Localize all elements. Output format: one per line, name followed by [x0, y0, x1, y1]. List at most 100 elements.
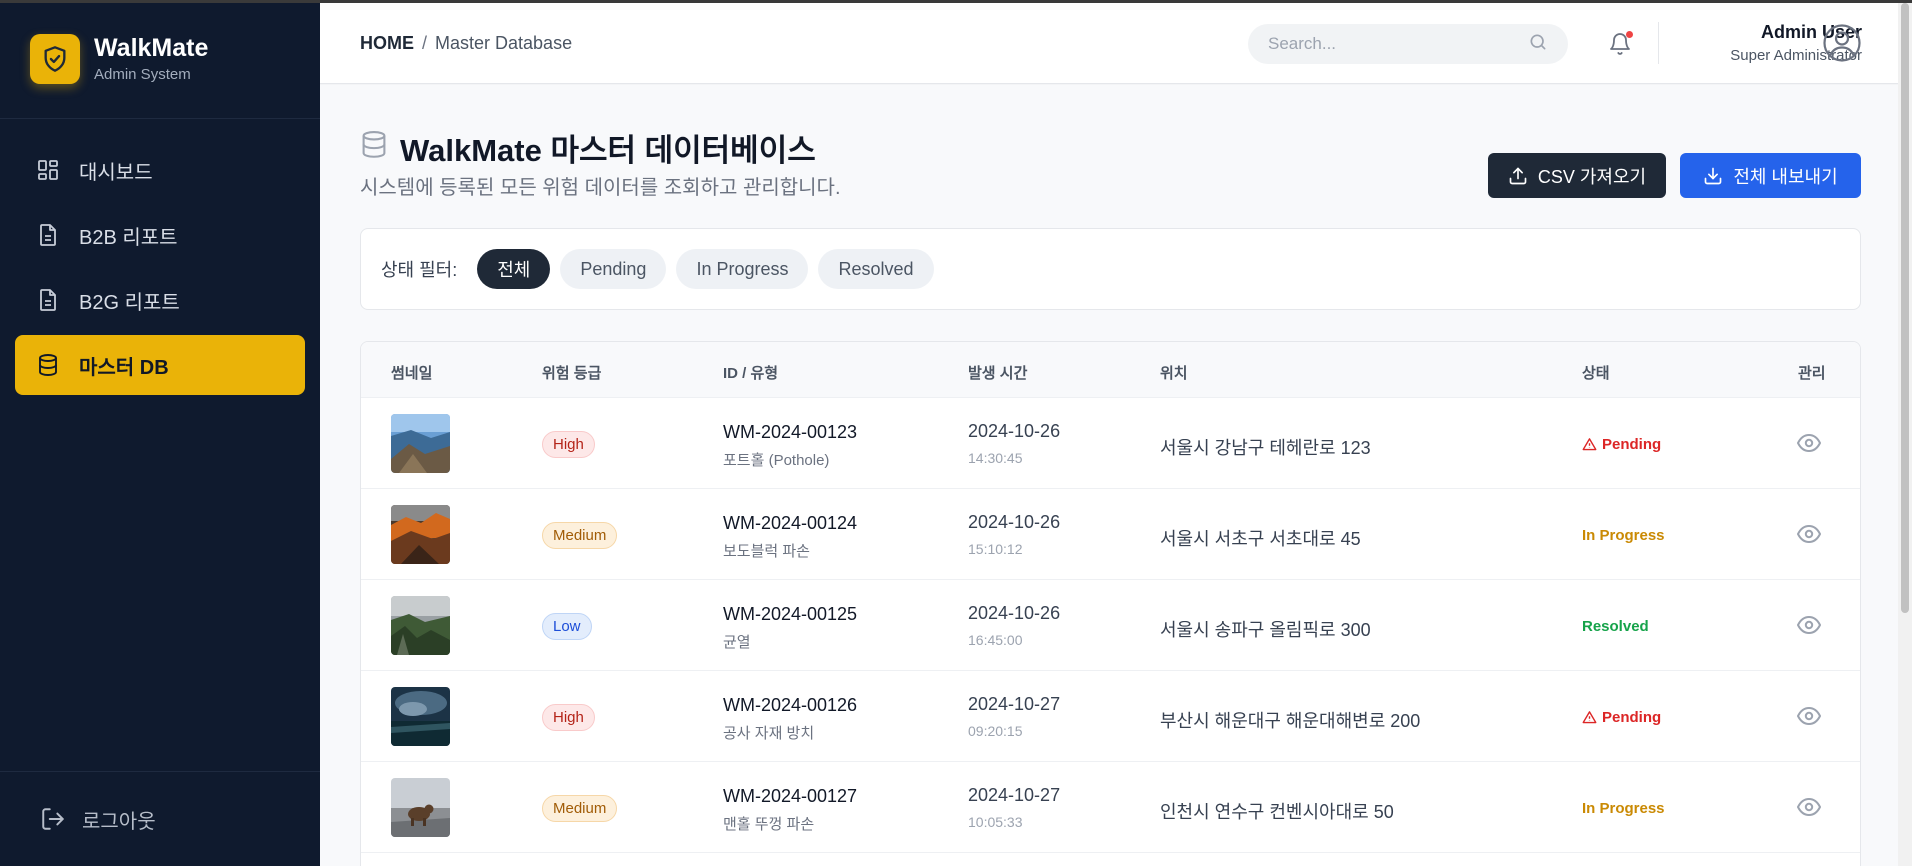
sidebar-nav: 대시보드 B2B 리포트 B2G 리포트 마스터 DB [0, 119, 320, 395]
warning-icon [1582, 437, 1597, 452]
logout-label: 로그아웃 [82, 810, 156, 833]
hazard-thumbnail[interactable] [391, 596, 450, 655]
hazard-id: WM-2024-00127 [723, 786, 858, 806]
export-all-label: 전체 내보내기 [1733, 166, 1838, 187]
table-row[interactable]: Low WM-2024-00125 균열 2024-10-26 16:45:00… [361, 580, 1860, 671]
warning-icon [1582, 710, 1597, 725]
occurred-time: 16:45:00 [968, 632, 1023, 648]
table-row[interactable]: High WM-2024-00123 포트홀 (Pothole) 2024-10… [361, 398, 1860, 489]
notification-dot [1626, 31, 1633, 38]
hazard-location: 서울시 강남구 테헤란로 123 [1160, 438, 1371, 458]
hazard-thumbnail[interactable] [391, 414, 450, 473]
status-text: Resolved [1582, 618, 1649, 635]
table-row[interactable]: High WM-2024-00126 공사 자재 방치 2024-10-27 0… [361, 671, 1860, 762]
upload-icon [1508, 166, 1528, 186]
notification-bell-icon[interactable] [1604, 28, 1636, 60]
brand[interactable]: WalkMate Admin System [0, 0, 320, 119]
hazard-id: WM-2024-00126 [723, 695, 858, 715]
search-box [1248, 24, 1568, 64]
view-eye-icon[interactable] [1796, 523, 1822, 545]
scrollbar-thumb[interactable] [1901, 3, 1909, 613]
occurred-date: 2024-10-27 [968, 785, 1061, 805]
breadcrumb-separator: / [422, 33, 428, 53]
filter-chip-pending[interactable]: Pending [560, 249, 667, 289]
sidebar-item-b2g-report[interactable]: B2G 리포트 [15, 270, 305, 330]
occurred-date: 2024-10-27 [968, 694, 1061, 714]
breadcrumb-home[interactable]: HOME [360, 33, 414, 53]
column-header-time: 발생 시간 [968, 365, 1028, 382]
view-eye-icon[interactable] [1796, 432, 1822, 454]
csv-import-button[interactable]: CSV 가져오기 [1488, 153, 1666, 198]
column-header-thumbnail: 썸네일 [391, 365, 433, 382]
hazard-location: 부산시 해운대구 해운대해변로 200 [1160, 711, 1421, 731]
brand-name: WalkMate [94, 33, 209, 62]
view-eye-icon[interactable] [1796, 614, 1822, 636]
search-input[interactable] [1268, 34, 1528, 54]
hazard-type: 보도블럭 파손 [723, 543, 810, 560]
breadcrumb-current: Master Database [435, 33, 573, 53]
filter-chip-resolved[interactable]: Resolved [818, 249, 934, 289]
user-avatar-icon[interactable] [1822, 23, 1862, 63]
hazard-thumbnail[interactable] [391, 505, 450, 564]
hazard-id: WM-2024-00123 [723, 422, 858, 442]
top-header: HOME/Master Database Admin User Super Ad… [320, 0, 1912, 84]
breadcrumb: HOME / Master Database [360, 33, 572, 54]
status-text: In Progress [1582, 527, 1665, 544]
status-badge: In Progress [1582, 527, 1665, 544]
logout-icon [40, 806, 66, 832]
hazard-type: 공사 자재 방치 [723, 725, 815, 742]
occurred-date: 2024-10-26 [968, 421, 1061, 441]
status-text: Pending [1602, 709, 1662, 726]
document-icon [35, 222, 61, 248]
database-icon [360, 130, 388, 165]
column-header-status: 상태 [1582, 365, 1610, 382]
hazard-location: 인천시 연수구 컨벤시아대로 50 [1160, 802, 1394, 822]
window-top-edge [0, 0, 1912, 3]
risk-badge: Low [542, 613, 592, 640]
document-icon [35, 287, 61, 313]
shield-logo-icon [30, 34, 80, 84]
dashboard-icon [35, 157, 61, 183]
risk-badge: Medium [542, 522, 618, 549]
status-text: Pending [1602, 436, 1662, 453]
hazard-type: 포트홀 (Pothole) [723, 452, 830, 469]
page-scrollbar[interactable] [1898, 3, 1912, 866]
brand-subtitle: Admin System [94, 66, 191, 84]
status-filter-label: 상태 필터: [381, 260, 458, 280]
table-row[interactable]: Medium WM-2024-00127 맨홀 뚜껑 파손 2024-10-27… [361, 762, 1860, 853]
occurred-time: 09:20:15 [968, 723, 1023, 739]
sidebar-item-b2b-report[interactable]: B2B 리포트 [15, 205, 305, 265]
hazard-id: WM-2024-00124 [723, 513, 858, 533]
hazard-thumbnail[interactable] [391, 687, 450, 746]
sidebar-item-label: 대시보드 [79, 161, 153, 184]
filter-chip-in-progress[interactable]: In Progress [676, 249, 809, 289]
occurred-date: 2024-10-26 [968, 603, 1061, 623]
logout-button[interactable]: 로그아웃 [0, 771, 320, 866]
table-header: 썸네일 위험 등급 ID / 유형 발생 시간 위치 상태 관리 [361, 342, 1860, 398]
status-text: In Progress [1582, 800, 1665, 817]
view-eye-icon[interactable] [1796, 705, 1822, 727]
hazard-type: 맨홀 뚜껑 파손 [723, 816, 815, 833]
search-icon[interactable] [1528, 32, 1548, 57]
occurred-time: 14:30:45 [968, 450, 1023, 466]
status-badge: Pending [1582, 709, 1661, 726]
sidebar-item-master-db[interactable]: 마스터 DB [15, 335, 305, 395]
hazard-thumbnail[interactable] [391, 778, 450, 837]
status-badge: Resolved [1582, 618, 1649, 635]
view-eye-icon[interactable] [1796, 796, 1822, 818]
column-header-manage: 관리 [1798, 365, 1826, 382]
sidebar-item-dashboard[interactable]: 대시보드 [15, 140, 305, 200]
status-filter-bar: 상태 필터: 전체 Pending In Progress Resolved [360, 228, 1861, 310]
risk-badge: High [542, 431, 595, 458]
column-header-risk-level: 위험 등급 [542, 365, 602, 382]
sidebar-item-label: B2B 리포트 [79, 226, 178, 249]
column-header-location: 위치 [1160, 365, 1188, 382]
risk-badge: High [542, 704, 595, 731]
database-icon [35, 352, 61, 378]
table-row[interactable]: Medium WM-2024-00124 보도블럭 파손 2024-10-26 … [361, 489, 1860, 580]
occurred-time: 10:05:33 [968, 814, 1023, 830]
risk-badge: Medium [542, 795, 618, 822]
hazard-type: 균열 [723, 634, 751, 651]
filter-chip-all[interactable]: 전체 [477, 249, 551, 289]
export-all-button[interactable]: 전체 내보내기 [1680, 153, 1861, 198]
